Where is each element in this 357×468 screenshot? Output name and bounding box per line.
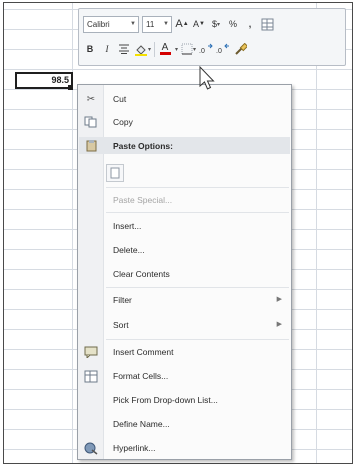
menu-item-format-cells[interactable]: Format Cells... (79, 365, 290, 387)
format-painter-brush-button[interactable] (233, 41, 247, 58)
font-size-value: 11 (146, 19, 155, 29)
mouse-pointer-icon (199, 66, 215, 90)
menu-item-hyperlink[interactable]: Hyperlink... (79, 437, 290, 459)
paint-bucket-icon (135, 44, 147, 56)
svg-text:.0: .0 (216, 48, 222, 55)
menu-item-sort[interactable]: Sort ▶ (79, 314, 290, 336)
menu-item-sort-label: Sort (113, 320, 129, 330)
grow-font-icon: A (175, 18, 183, 30)
comment-icon (79, 341, 103, 363)
menu-item-define-name-label: Define Name... (113, 419, 170, 429)
copy-icon (79, 111, 103, 133)
paste-option-button[interactable] (106, 164, 124, 182)
paintbrush-icon (234, 42, 247, 55)
active-cell[interactable]: 98.5 (15, 72, 73, 89)
table-format-icon (261, 18, 273, 30)
comma-icon: , (248, 19, 252, 29)
chevron-down-icon[interactable]: ▾ (175, 46, 178, 53)
shrink-font-button[interactable]: A ▼ (192, 16, 206, 33)
font-name-combo[interactable]: Calibri ▼ (83, 15, 139, 33)
menu-item-cut-label: Cut (113, 94, 127, 104)
menu-item-insert-comment-label: Insert Comment (113, 347, 174, 357)
mini-toolbar-row-2: B I ▾ A ▾ ▾ .0 .0 (83, 39, 247, 59)
menu-item-format-cells-label: Format Cells... (113, 371, 169, 381)
menu-item-copy[interactable]: Copy (79, 111, 290, 133)
menu-item-pick-from-list[interactable]: Pick From Drop-down List... (79, 389, 290, 411)
menu-item-clear-contents[interactable]: Clear Contents (79, 263, 290, 285)
font-color-button[interactable]: A (158, 41, 172, 58)
bold-icon: B (86, 44, 94, 54)
menu-item-insert-label: Insert... (113, 221, 142, 231)
menu-item-paste-options-label: Paste Options: (113, 140, 173, 151)
menu-item-filter-label: Filter (113, 295, 132, 305)
svg-text:.0: .0 (199, 48, 205, 55)
mini-toolbar: Calibri ▼ 11 ▼ A ▲ A ▼ $ ▾ % , B I ▾ A ▾… (78, 8, 346, 66)
format-painter-button[interactable] (260, 16, 274, 33)
italic-icon: I (105, 44, 109, 54)
menu-item-copy-label: Copy (113, 117, 133, 127)
percent-button[interactable]: % (226, 16, 240, 33)
submenu-arrow-icon: ▶ (276, 296, 282, 303)
menu-item-paste-special-label: Paste Special... (113, 195, 173, 205)
menu-item-hyperlink-label: Hyperlink... (113, 443, 156, 453)
menu-item-cut[interactable]: ✂ Cut (79, 88, 290, 110)
decrease-decimal-button[interactable]: .0 (216, 41, 230, 58)
format-cells-icon (79, 365, 103, 387)
fill-color-button[interactable]: ▾ (134, 41, 151, 58)
font-color-swatch (159, 52, 171, 55)
submenu-arrow-icon: ▶ (276, 321, 282, 328)
active-cell-value: 98.5 (51, 75, 69, 85)
decrease-decimal-icon: .0 (216, 43, 230, 55)
fill-handle[interactable] (68, 85, 73, 90)
menu-separator (106, 187, 289, 188)
font-color-icon: A (161, 42, 169, 53)
currency-button[interactable]: $ ▾ (209, 16, 223, 33)
menu-item-clear-contents-label: Clear Contents (113, 269, 170, 279)
menu-item-define-name[interactable]: Define Name... (79, 413, 290, 435)
menu-item-filter[interactable]: Filter ▶ (79, 289, 290, 311)
toolbar-separator (154, 41, 156, 57)
menu-item-paste-special[interactable]: Paste Special... (79, 189, 290, 211)
font-name-value: Calibri (87, 19, 110, 29)
grow-font-button[interactable]: A ▲ (175, 16, 189, 33)
chevron-down-icon: ▾ (193, 46, 197, 53)
increase-decimal-button[interactable]: .0 (199, 41, 213, 58)
menu-item-insert-comment[interactable]: Insert Comment (79, 341, 290, 363)
paste-page-icon (110, 167, 120, 179)
scissors-icon: ✂ (86, 93, 96, 105)
menu-separator (106, 212, 289, 213)
menu-separator (106, 287, 289, 288)
italic-button[interactable]: I (100, 41, 114, 58)
borders-button[interactable]: ▾ (181, 41, 196, 58)
menu-item-insert[interactable]: Insert... (79, 215, 290, 237)
percent-icon: % (228, 19, 237, 29)
font-size-combo[interactable]: 11 ▼ (142, 15, 172, 33)
increase-decimal-icon: .0 (199, 43, 213, 55)
hyperlink-globe-icon (79, 437, 103, 459)
mini-toolbar-row-1: Calibri ▼ 11 ▼ A ▲ A ▼ $ ▾ % , (83, 14, 274, 34)
chevron-down-icon: ▼ (130, 20, 136, 27)
menu-item-delete-label: Delete... (113, 245, 145, 255)
chevron-down-icon: ▼ (163, 20, 169, 27)
comma-style-button[interactable]: , (243, 16, 257, 33)
chevron-down-icon: ▾ (217, 21, 221, 28)
menu-item-paste-options: Paste Options: (79, 137, 290, 154)
menu-item-delete[interactable]: Delete... (79, 239, 290, 261)
chevron-down-icon: ▾ (148, 46, 152, 53)
menu-item-pick-from-list-label: Pick From Drop-down List... (113, 395, 218, 405)
borders-icon (181, 43, 193, 55)
bold-button[interactable]: B (83, 41, 97, 58)
center-align-button[interactable] (117, 41, 131, 58)
clipboard-icon (79, 135, 103, 157)
menu-separator (106, 339, 289, 340)
context-menu: ✂ Cut Copy Paste Options: Paste Special.… (77, 84, 292, 460)
align-center-icon (119, 44, 129, 54)
